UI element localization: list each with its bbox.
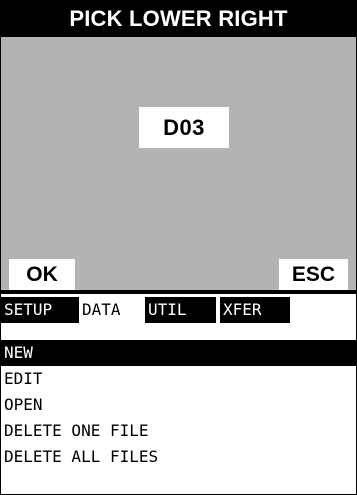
menu-item-delete-one-file[interactable]: DELETE ONE FILE bbox=[1, 418, 356, 444]
ok-button[interactable]: OK bbox=[9, 259, 75, 290]
device-screen: PICK LOWER RIGHT D03 OK ESC SETUP DATA U… bbox=[0, 0, 357, 495]
menu-item-open[interactable]: OPEN bbox=[1, 392, 356, 418]
tab-setup[interactable]: SETUP bbox=[1, 297, 79, 323]
data-menu-list: NEW EDIT OPEN DELETE ONE FILE DELETE ALL… bbox=[1, 340, 356, 470]
tab-util[interactable]: UTIL bbox=[145, 297, 218, 323]
tab-bar: SETUP DATA UTIL XFER bbox=[1, 297, 356, 323]
menu-item-delete-all-files[interactable]: DELETE ALL FILES bbox=[1, 444, 356, 470]
menu-item-edit[interactable]: EDIT bbox=[1, 366, 356, 392]
dialog-title: PICK LOWER RIGHT bbox=[1, 1, 356, 37]
esc-button[interactable]: ESC bbox=[279, 259, 348, 290]
menu-item-new[interactable]: NEW bbox=[1, 340, 356, 366]
tab-data[interactable]: DATA bbox=[79, 297, 145, 323]
cell-value-display[interactable]: D03 bbox=[139, 107, 229, 148]
divider bbox=[1, 290, 356, 294]
pick-dialog: PICK LOWER RIGHT D03 OK ESC bbox=[1, 1, 356, 290]
tab-xfer[interactable]: XFER bbox=[220, 297, 290, 323]
